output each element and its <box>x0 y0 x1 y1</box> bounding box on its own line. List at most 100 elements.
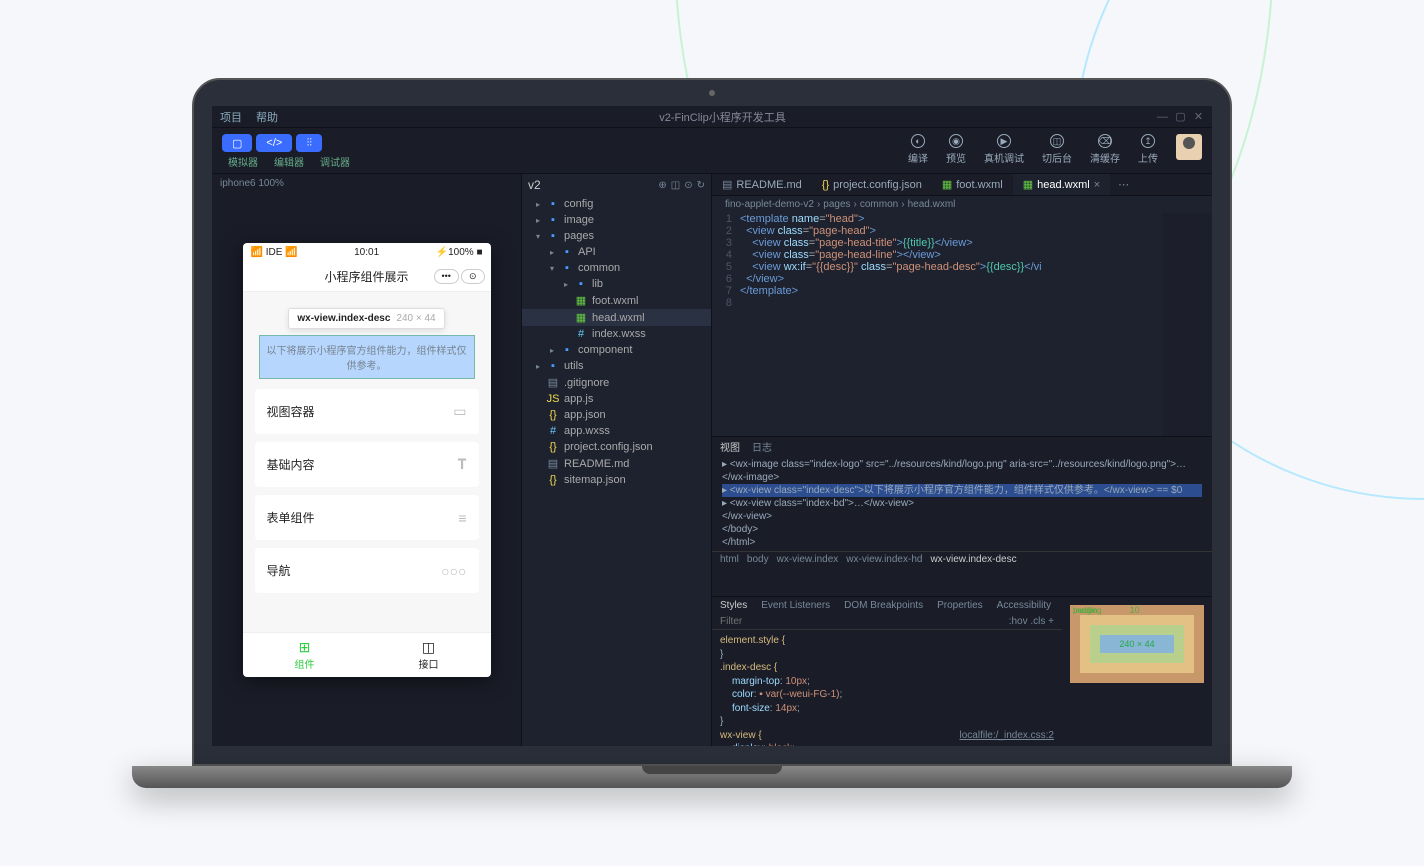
btn-clear-cache[interactable]: ⌫清缓存 <box>1090 134 1120 165</box>
status-carrier: 📶 IDE 📶 <box>251 247 298 258</box>
file-icon: ▪ <box>560 344 574 356</box>
tree-node[interactable]: ▸▪component <box>522 342 711 358</box>
refresh-icon[interactable]: ↻ <box>697 180 705 191</box>
tree-node[interactable]: ▦head.wxml <box>522 309 711 326</box>
styles-filter-input[interactable] <box>720 616 1009 627</box>
simulator-pane: iphone6 100% 📶 IDE 📶 10:01 ⚡100% ■ 小程序组件… <box>212 174 522 746</box>
tree-node[interactable]: #index.wxss <box>522 326 711 342</box>
btn-upload[interactable]: ↥上传 <box>1138 134 1158 165</box>
file-icon: # <box>546 425 560 437</box>
win-min-icon[interactable]: — <box>1157 111 1168 123</box>
dom-crumb[interactable]: html <box>720 554 739 565</box>
btn-remote-debug[interactable]: ▶真机调试 <box>984 134 1024 165</box>
styles-tab[interactable]: DOM Breakpoints <box>844 600 923 611</box>
dom-node[interactable]: ▸ <wx-image class="index-logo" src="../r… <box>722 458 1202 484</box>
list-item[interactable]: 视图容器▭ <box>255 389 479 434</box>
new-file-icon[interactable]: ⊕ <box>658 180 666 191</box>
tree-node[interactable]: ▾▪pages <box>522 228 711 244</box>
styles-tab[interactable]: Event Listeners <box>761 600 830 611</box>
tab-more[interactable]: ⋯ <box>1110 174 1137 195</box>
file-icon: {} <box>546 474 560 486</box>
list-item[interactable]: 基础内容𝐓 <box>255 442 479 487</box>
dom-crumb[interactable]: wx-view.index-desc <box>930 554 1016 565</box>
dom-tab-log[interactable]: 日志 <box>752 439 772 454</box>
dom-crumb[interactable]: wx-view.index <box>777 554 839 565</box>
editor-tab[interactable]: ▤ README.md <box>712 174 812 195</box>
close-icon[interactable]: × <box>1094 179 1100 191</box>
file-icon: ▦ <box>574 294 588 307</box>
tree-node[interactable]: {}sitemap.json <box>522 472 711 488</box>
styles-tab[interactable]: Accessibility <box>997 600 1051 611</box>
capsule-menu[interactable]: ••• <box>434 269 459 284</box>
project-root[interactable]: v2 <box>528 178 541 192</box>
file-icon: ▤ <box>546 457 560 470</box>
dom-node[interactable]: ▸ <wx-view class="index-desc">以下将展示小程序官方… <box>722 484 1202 497</box>
crumb[interactable]: pages <box>823 199 850 210</box>
bottom-tab[interactable]: ⊞组件 <box>243 633 367 677</box>
item-icon: ≡ <box>458 510 466 526</box>
styles-tab[interactable]: Properties <box>937 600 983 611</box>
crumb[interactable]: common <box>860 199 898 210</box>
dom-tab-view[interactable]: 视图 <box>720 439 740 454</box>
tree-node[interactable]: ▤.gitignore <box>522 374 711 391</box>
win-close-icon[interactable]: ✕ <box>1193 110 1204 123</box>
btn-preview[interactable]: ◉预览 <box>946 134 966 165</box>
crumb[interactable]: head.wxml <box>908 199 956 210</box>
pill-debugger[interactable]: ⫶⫶ <box>296 134 322 152</box>
styles-panel: Styles Event Listeners DOM Breakpoints Prop… <box>712 596 1212 746</box>
tree-node[interactable]: ▸▪lib <box>522 276 711 292</box>
styles-filter-actions[interactable]: :hov .cls + <box>1009 616 1054 627</box>
dom-node[interactable]: ▸ <wx-view class="index-bd">…</wx-view> <box>722 497 1202 510</box>
btn-compile[interactable]: ◐编译 <box>908 134 928 165</box>
dom-node[interactable]: </html> <box>722 536 1202 549</box>
tree-node[interactable]: ▸▪image <box>522 212 711 228</box>
ide-screen: 项目 帮助 v2-FinClip小程序开发工具 — ▢ ✕ ▢ </> ⫶⫶ 模… <box>212 106 1212 746</box>
pill-simulator[interactable]: ▢ <box>222 134 252 152</box>
dom-node[interactable]: </body> <box>722 523 1202 536</box>
menu-project[interactable]: 项目 <box>220 109 242 125</box>
device-info[interactable]: iphone6 100% <box>212 174 521 193</box>
pill-editor[interactable]: </> <box>256 134 292 152</box>
editor-tab[interactable]: ▦ foot.wxml <box>932 174 1013 195</box>
editor-tab[interactable]: {} project.config.json <box>812 174 932 195</box>
tree-node[interactable]: ▾▪common <box>522 260 711 276</box>
menubar: 项目 帮助 v2-FinClip小程序开发工具 — ▢ ✕ <box>212 106 1212 128</box>
camera-dot <box>709 90 715 96</box>
bottom-tab[interactable]: ◫接口 <box>367 633 491 677</box>
capsule-close[interactable]: ⊙ <box>461 269 485 284</box>
tree-node[interactable]: ▤README.md <box>522 455 711 472</box>
minimap[interactable] <box>1162 213 1212 436</box>
dom-node[interactable]: </wx-view> <box>722 510 1202 523</box>
box-model[interactable]: margin 10 border padding 240 × 44 <box>1062 597 1212 746</box>
tree-node[interactable]: ▦foot.wxml <box>522 292 711 309</box>
dom-crumb[interactable]: wx-view.index-hd <box>846 554 922 565</box>
new-folder-icon[interactable]: ◫ <box>671 180 680 191</box>
list-item[interactable]: 导航○○○ <box>255 548 479 593</box>
dom-crumb[interactable]: body <box>747 554 769 565</box>
locate-icon[interactable]: ⊙ <box>684 180 692 191</box>
avatar[interactable] <box>1176 134 1202 160</box>
menu-help[interactable]: 帮助 <box>256 109 278 125</box>
tree-node[interactable]: JSapp.js <box>522 391 711 407</box>
crumb[interactable]: fino-applet-demo-v2 <box>725 199 814 210</box>
item-icon: ○○○ <box>441 563 466 579</box>
tree-node[interactable]: {}project.config.json <box>522 439 711 455</box>
win-max-icon[interactable]: ▢ <box>1175 110 1186 123</box>
btn-background[interactable]: ◫切后台 <box>1042 134 1072 165</box>
tree-node[interactable]: ▸▪utils <box>522 358 711 374</box>
tree-node[interactable]: #app.wxss <box>522 423 711 439</box>
tree-node[interactable]: ▸▪API <box>522 244 711 260</box>
file-icon: ▦ <box>574 311 588 324</box>
pill-label: 调试器 <box>314 154 356 169</box>
editor-tab[interactable]: ▦ head.wxml × <box>1013 174 1110 195</box>
tree-node[interactable]: ▸▪config <box>522 196 711 212</box>
pill-label: 模拟器 <box>222 154 264 169</box>
list-item[interactable]: 表单组件≡ <box>255 495 479 540</box>
styles-tab[interactable]: Styles <box>720 600 747 611</box>
highlighted-element[interactable]: 以下将展示小程序官方组件能力，组件样式仅供参考。 <box>259 335 475 379</box>
code-editor[interactable]: 1<template name="head">2 <view class="pa… <box>712 213 1212 436</box>
navbar-title: 小程序组件展示 <box>324 268 408 285</box>
file-link[interactable]: localfile:/_index.css:2 <box>960 729 1055 743</box>
inspect-tooltip: wx-view.index-desc 240 × 44 <box>288 308 444 329</box>
tree-node[interactable]: {}app.json <box>522 407 711 423</box>
